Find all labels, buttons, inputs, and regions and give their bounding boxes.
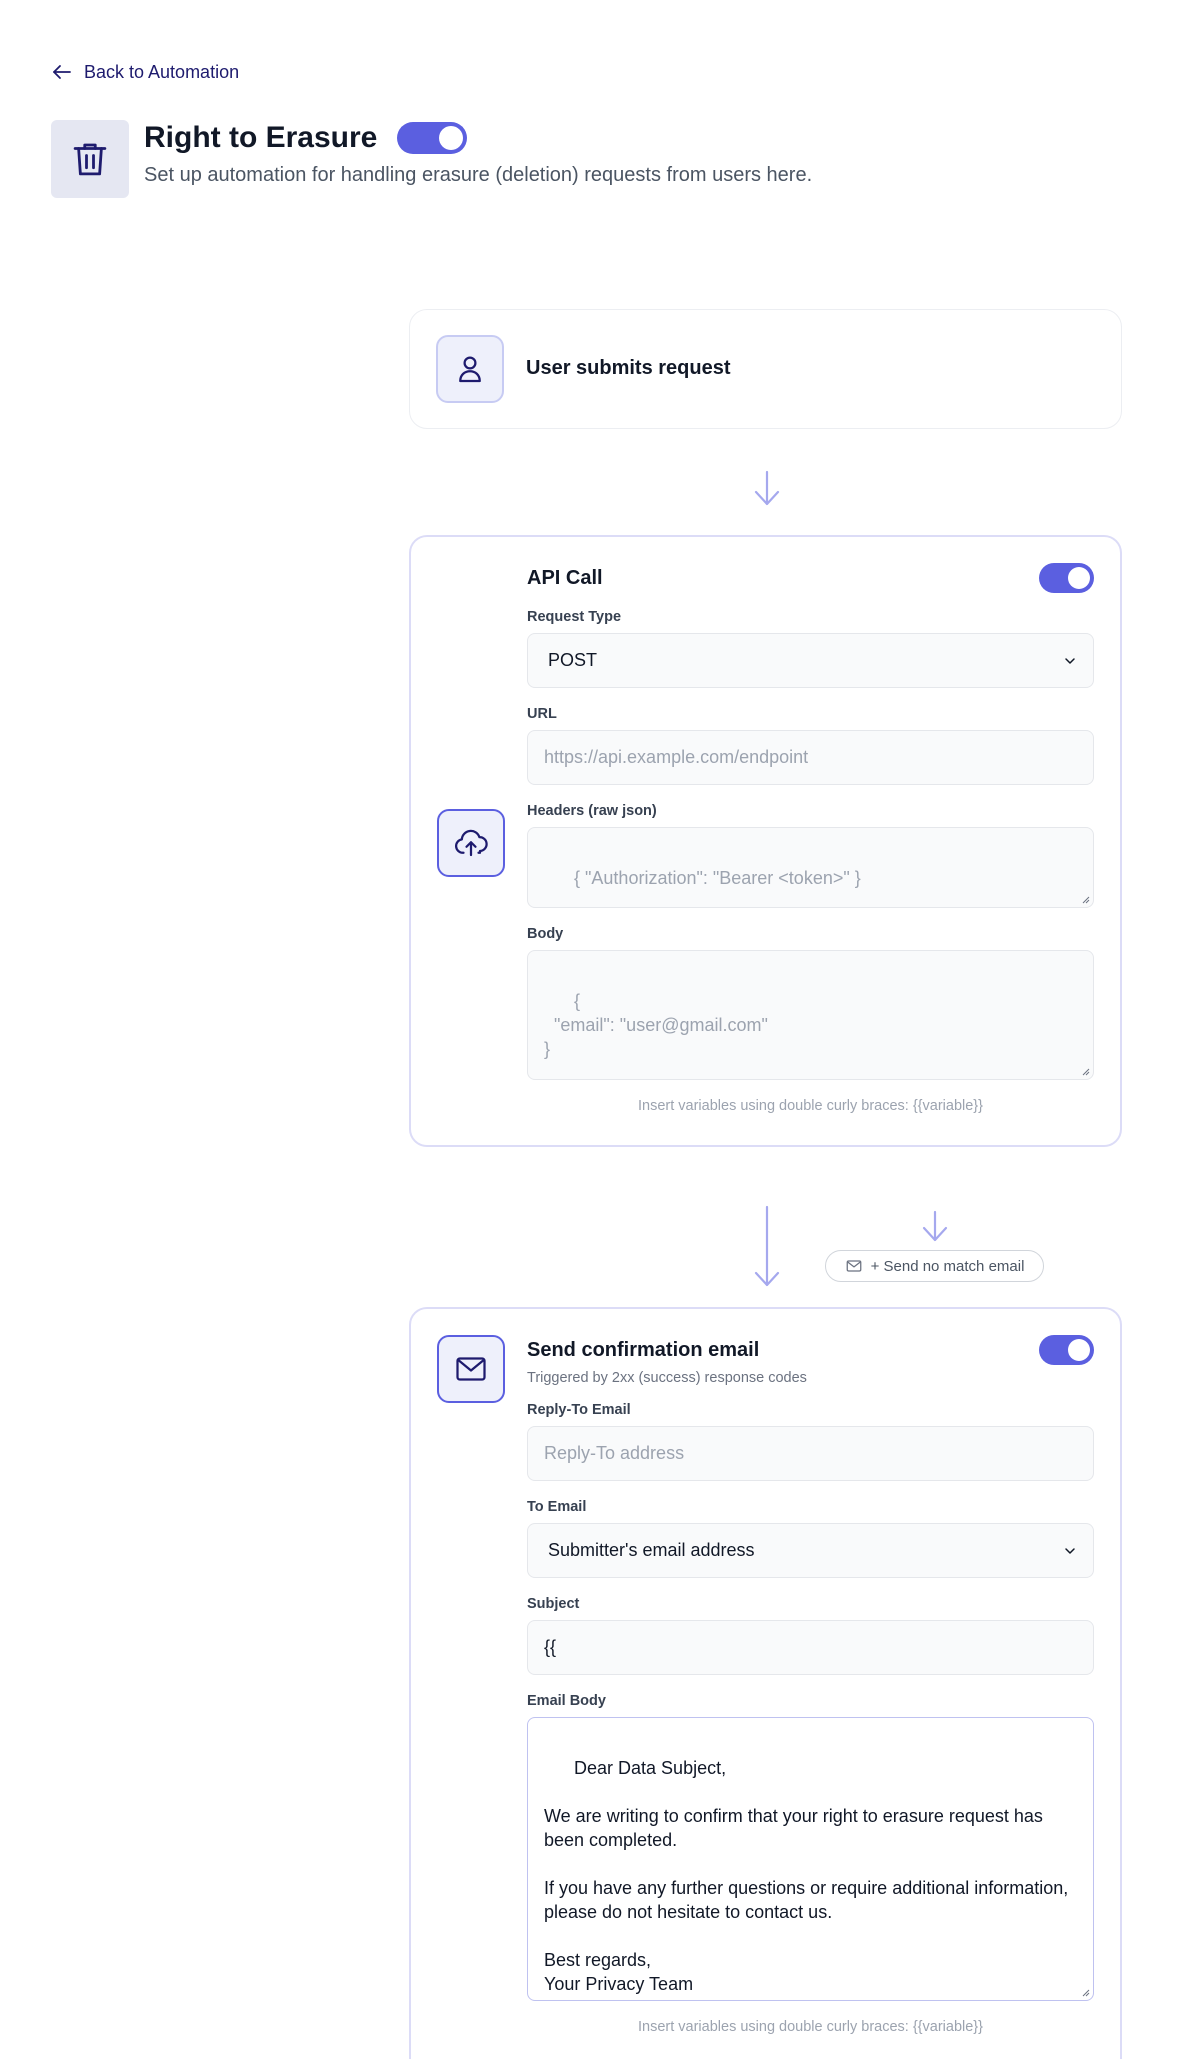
chevron-down-icon <box>1065 657 1075 664</box>
email-body-value: Dear Data Subject, We are writing to con… <box>544 1758 1069 1994</box>
cloud-upload-icon <box>454 829 488 857</box>
reply-to-placeholder: Reply-To address <box>544 1443 685 1463</box>
api-call-title: API Call <box>527 566 603 589</box>
headers-textarea[interactable]: { "Authorization": "Bearer <token>" } <box>527 827 1094 908</box>
toggle-knob <box>1068 567 1090 589</box>
trigger-card: User submits request <box>409 309 1122 429</box>
request-type-select[interactable]: POST <box>527 633 1094 688</box>
reply-to-label: Reply-To Email <box>527 1402 631 1418</box>
headers-placeholder: { "Authorization": "Bearer <token>" } <box>574 868 861 888</box>
body-textarea[interactable]: { "email": "user@gmail.com" } <box>527 950 1094 1080</box>
resize-handle-icon[interactable] <box>1080 894 1090 904</box>
trash-icon <box>73 143 107 176</box>
to-email-label: To Email <box>527 1499 587 1515</box>
user-icon <box>459 356 481 383</box>
header-icon-box <box>51 120 129 198</box>
email-body-textarea[interactable]: Dear Data Subject, We are writing to con… <box>527 1717 1094 2001</box>
body-placeholder: { "email": "user@gmail.com" } <box>544 991 768 1059</box>
api-call-hint: Insert variables using double curly brac… <box>638 1098 983 1114</box>
toggle-knob <box>439 126 464 150</box>
trigger-title: User submits request <box>526 357 731 379</box>
resize-handle-icon[interactable] <box>1080 1987 1090 1997</box>
url-placeholder: https://api.example.com/endpoint <box>544 747 809 767</box>
request-type-value: POST <box>548 650 598 670</box>
arrow-down-icon <box>922 1210 948 1242</box>
page-title: Right to Erasure <box>144 121 378 154</box>
subject-label: Subject <box>527 1596 580 1612</box>
api-call-icon-box <box>437 809 505 877</box>
email-body-label: Email Body <box>527 1693 606 1709</box>
toggle-knob <box>1068 1339 1090 1361</box>
page-subtitle: Set up automation for handling erasure (… <box>144 164 813 186</box>
to-email-select[interactable]: Submitter's email address <box>527 1523 1094 1578</box>
body-label: Body <box>527 926 1094 942</box>
email-icon-box <box>437 1335 505 1403</box>
reply-to-input[interactable]: Reply-To address <box>527 1426 1094 1481</box>
send-no-match-email-button[interactable]: + Send no match email <box>825 1250 1044 1282</box>
api-call-card: API Call Request Type POST URL https://a… <box>409 535 1122 1147</box>
chevron-down-icon <box>1065 1547 1075 1554</box>
confirmation-email-subtitle: Triggered by 2xx (success) response code… <box>527 1370 807 1386</box>
subject-value: {{ <box>544 1637 557 1657</box>
page-header: Right to Erasure Set up automation for h… <box>51 120 812 198</box>
arrow-left-icon <box>53 65 71 79</box>
send-no-match-email-label: + Send no match email <box>870 1257 1025 1275</box>
headers-label: Headers (raw json) <box>527 803 657 819</box>
confirmation-email-toggle[interactable] <box>1039 1335 1094 1365</box>
automation-enabled-toggle[interactable] <box>397 122 468 154</box>
resize-handle-icon[interactable] <box>1080 1066 1090 1076</box>
api-call-toggle[interactable] <box>1039 563 1094 593</box>
back-link-label: Back to Automation <box>84 61 240 82</box>
back-to-automation-link[interactable]: Back to Automation <box>50 60 239 84</box>
confirmation-email-title: Send confirmation email <box>527 1338 760 1361</box>
arrow-down-icon <box>754 1205 780 1287</box>
arrow-down-icon <box>754 470 780 506</box>
request-type-label: Request Type <box>527 609 622 625</box>
to-email-value: Submitter's email address <box>548 1540 755 1560</box>
mail-icon <box>456 1357 486 1381</box>
confirmation-email-card: Send confirmation email Triggered by 2xx… <box>409 1307 1122 2059</box>
subject-input[interactable]: {{ <box>527 1620 1094 1675</box>
url-label: URL <box>527 706 557 722</box>
mail-icon <box>846 1260 861 1272</box>
trigger-icon-box <box>436 335 504 403</box>
confirmation-email-hint: Insert variables using double curly brac… <box>638 2019 983 2035</box>
url-input[interactable]: https://api.example.com/endpoint <box>527 730 1094 785</box>
